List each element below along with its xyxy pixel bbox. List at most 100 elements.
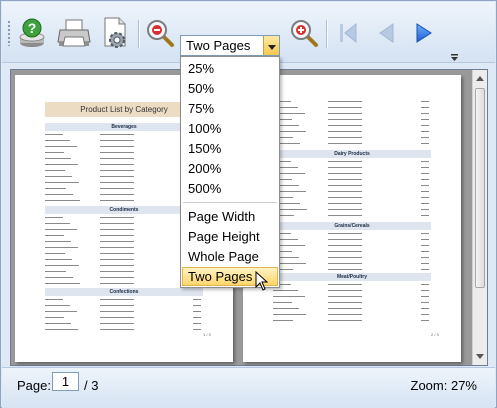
report-line (45, 329, 78, 330)
report-line (328, 245, 362, 246)
zoom-out-button[interactable] (142, 16, 178, 52)
report-line (45, 311, 77, 312)
report-line (45, 223, 70, 224)
report-line (100, 235, 134, 236)
zoom-dropdown-menu: 25% 50% 75% 100% 150% 200% 500% Page Wid… (180, 56, 280, 288)
page-number-input[interactable]: 1 (52, 372, 79, 391)
zoom-option[interactable]: 150% (182, 139, 278, 158)
report-line (273, 314, 306, 315)
report-line (421, 179, 429, 180)
report-line (100, 176, 134, 177)
next-page-icon (412, 21, 436, 48)
report-line (273, 290, 298, 291)
report-line (328, 239, 362, 240)
report-line (328, 191, 362, 192)
report-line (328, 131, 362, 132)
category-header: Dairy Products (273, 150, 431, 158)
report-line (328, 185, 362, 186)
toolbar-overflow-button[interactable] (450, 52, 459, 62)
print-button[interactable] (56, 16, 92, 52)
report-line (100, 311, 134, 312)
zoom-option[interactable]: Page Width (182, 207, 278, 226)
zoom-option[interactable]: Page Height (182, 227, 278, 246)
chevron-down-icon (450, 52, 459, 66)
zoom-option[interactable]: 50% (182, 79, 278, 98)
vertical-scrollbar[interactable] (472, 70, 487, 365)
report-line (45, 283, 80, 284)
report-line (328, 251, 362, 252)
report-line (100, 253, 134, 254)
category-header: Confections (45, 288, 203, 296)
report-line (328, 257, 362, 258)
report-line (100, 299, 134, 300)
report-line (421, 161, 429, 162)
report-line (193, 317, 201, 318)
zoom-in-button[interactable] (286, 16, 322, 52)
report-line (328, 179, 362, 180)
report-line (421, 185, 429, 186)
report-line (421, 302, 429, 303)
report-line (328, 308, 362, 309)
report-line (421, 203, 429, 204)
toolbar-separator (326, 20, 327, 48)
zoom-select[interactable]: Two Pages (180, 35, 280, 56)
report-line (45, 259, 72, 260)
status-bar: Page: 1 / 3 Zoom: 27% (2, 367, 495, 408)
report-line (328, 269, 362, 270)
report-line (328, 101, 362, 102)
zoom-option[interactable]: 75% (182, 99, 278, 118)
page-setup-button[interactable] (97, 16, 133, 52)
report-line (328, 143, 362, 144)
chevron-down-icon (267, 39, 276, 53)
report-line (421, 125, 429, 126)
zoom-option[interactable]: 100% (182, 119, 278, 138)
first-page-icon (336, 21, 360, 48)
report-line (100, 134, 134, 135)
toolbar-grip[interactable] (7, 20, 11, 46)
report-line (421, 215, 429, 216)
zoom-option[interactable]: 200% (182, 159, 278, 178)
report-line (421, 257, 429, 258)
report-line (45, 188, 66, 189)
zoom-dropdown-button[interactable] (263, 36, 279, 55)
report-line (100, 194, 134, 195)
scroll-down-arrow[interactable] (476, 354, 484, 359)
first-page-button[interactable] (330, 16, 366, 52)
scroll-up-arrow[interactable] (476, 76, 484, 81)
report-line (100, 170, 134, 171)
report-line (100, 146, 134, 147)
report-line (100, 265, 134, 266)
report-line (328, 320, 362, 321)
report-line (100, 140, 134, 141)
page-number: 2 / 3 (431, 332, 439, 337)
help-icon: ? (16, 17, 48, 52)
report-line (45, 217, 63, 218)
report-line (45, 299, 63, 300)
zoom-out-icon (145, 18, 175, 51)
zoom-option[interactable]: 25% (182, 59, 278, 78)
report-line (421, 290, 429, 291)
next-page-button[interactable] (406, 16, 442, 52)
report-line (328, 113, 362, 114)
report-line (45, 170, 65, 171)
report-preview-window: ? Two Pages Product List by Category Bev… (0, 0, 497, 408)
zoom-option[interactable]: Whole Page (182, 247, 278, 266)
help-button[interactable]: ? (14, 16, 50, 52)
report-line (328, 197, 362, 198)
report-line (45, 152, 64, 153)
report-line (100, 152, 134, 153)
report-line (45, 176, 72, 177)
category-header: Meat/Poultry (273, 273, 431, 281)
report-line (421, 251, 429, 252)
report-line (328, 125, 362, 126)
category-header: Grains/Cereals (273, 222, 431, 230)
scroll-thumb[interactable] (475, 88, 485, 288)
zoom-select-value: Two Pages (186, 38, 251, 53)
page-setup-icon (99, 16, 131, 53)
previous-page-button[interactable] (368, 16, 404, 52)
report-line (421, 314, 429, 315)
report-line (421, 263, 429, 264)
report-line (421, 284, 429, 285)
report-line (100, 200, 134, 201)
zoom-option[interactable]: 500% (182, 179, 278, 198)
